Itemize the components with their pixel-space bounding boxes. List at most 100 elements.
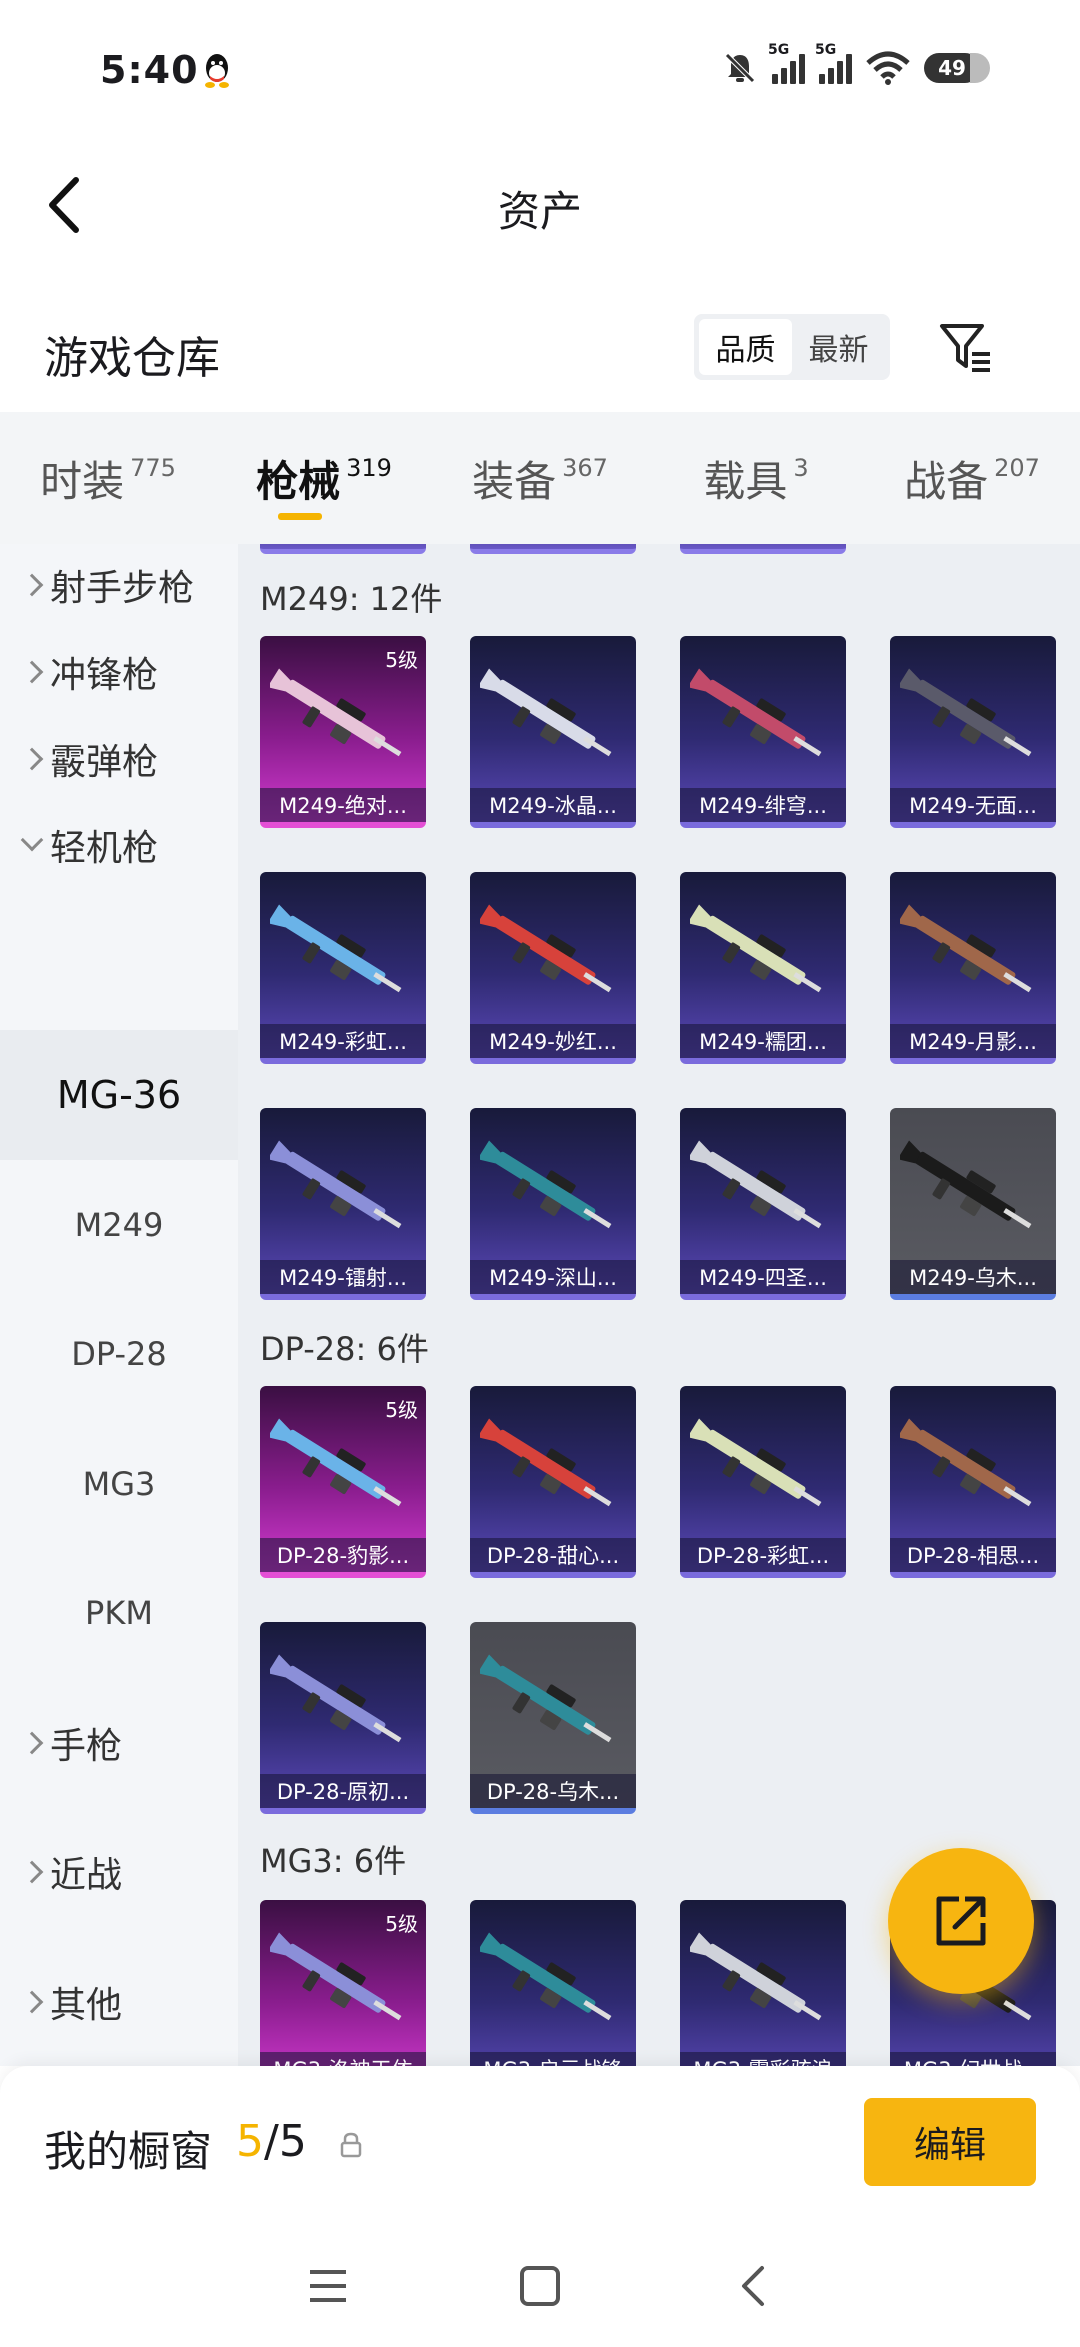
machine-gun-icon	[270, 1654, 402, 1743]
app-header: 资产	[0, 150, 1080, 260]
sidebar-item-other[interactable]: 其他	[0, 1937, 238, 2066]
weapon-skin-name: M249-深山...	[470, 1260, 636, 1294]
weapon-skin-name: DP-28-彩虹...	[680, 1538, 846, 1572]
weapon-skin-card[interactable]: 5级 DP-28-豹影...	[260, 1386, 426, 1578]
sort-newest-option[interactable]: 最新	[792, 319, 885, 375]
status-bar: 5:40 5G 5G 49	[0, 0, 1080, 140]
machine-gun-icon	[480, 1140, 612, 1229]
home-icon[interactable]	[518, 2264, 562, 2308]
sidebar-item-lmg[interactable]: 轻机枪	[0, 780, 238, 910]
weapon-skin-card[interactable]: M249-月影...	[890, 872, 1056, 1064]
weapon-skin-card[interactable]: MG3-启示战锋	[470, 1900, 636, 2066]
sidebar-item-melee[interactable]: 近战	[0, 1807, 238, 1937]
section-header: DP-28: 6件	[260, 1330, 429, 1368]
weapon-skin-card[interactable]: DP-28-甜心...	[470, 1386, 636, 1578]
weapon-skin-name: DP-28-原初...	[260, 1774, 426, 1808]
machine-gun-icon	[690, 1418, 822, 1507]
warehouse-title: 游戏仓库	[44, 333, 220, 384]
machine-gun-icon	[270, 1140, 402, 1229]
tab-battle-gear[interactable]: 战备 207	[864, 412, 1080, 544]
weapon-skin-card[interactable]: DP-28-相思...	[890, 1386, 1056, 1578]
weapon-skin-card[interactable]: M249-乌木...	[890, 1108, 1056, 1300]
weapon-skin-card[interactable]: M249-无面...	[890, 636, 1056, 828]
machine-gun-icon	[900, 668, 1032, 757]
weapon-skin-name: DP-28-豹影...	[260, 1538, 426, 1572]
machine-gun-icon	[690, 1140, 822, 1229]
sidebar-item-m249[interactable]: M249	[0, 1160, 238, 1290]
weapon-skin-card[interactable]: M249-绯穹...	[680, 636, 846, 828]
weapon-skin-card[interactable]: M249-深山...	[470, 1108, 636, 1300]
machine-gun-icon	[900, 1418, 1032, 1507]
sidebar-item-pistol[interactable]: 手枪	[0, 1678, 238, 1808]
weapon-skin-name: M249-绝对...	[260, 788, 426, 822]
weapon-skin-card[interactable]: M249-妙红...	[470, 872, 636, 1064]
status-icons: 5G 5G 49	[722, 42, 990, 86]
weapon-skin-name: M249-月影...	[890, 1024, 1056, 1058]
showcase-title: 我的橱窗	[44, 2127, 213, 2176]
weapon-skin-name: M249-绯穹...	[680, 788, 846, 822]
sort-quality-option[interactable]: 品质	[699, 319, 792, 375]
weapon-skin-name: M249-乌木...	[890, 1260, 1056, 1294]
weapon-skin-card[interactable]: DP-28-乌木...	[470, 1622, 636, 1814]
machine-gun-icon	[270, 668, 402, 757]
partial-card	[680, 544, 846, 554]
weapon-skin-name: M249-妙红...	[470, 1024, 636, 1058]
tab-vehicles[interactable]: 载具 3	[648, 412, 864, 544]
section-header: MG3: 6件	[260, 1842, 407, 1880]
lock-icon	[340, 2132, 362, 2158]
weapon-skin-card[interactable]: 5级 M249-绝对...	[260, 636, 426, 828]
machine-gun-icon	[270, 1418, 402, 1507]
share-fab[interactable]	[888, 1848, 1034, 1994]
machine-gun-icon	[690, 904, 822, 993]
weapon-skin-name: DP-28-甜心...	[470, 1538, 636, 1572]
page-title: 资产	[497, 187, 582, 236]
back-nav-icon[interactable]	[732, 2264, 776, 2308]
edit-button[interactable]: 编辑	[864, 2098, 1036, 2186]
machine-gun-icon	[480, 1418, 612, 1507]
weapon-category-sidebar: 射手步枪 冲锋枪 霰弹枪 轻机枪 MG-36 M249 DP-28 MG3 PK…	[0, 544, 238, 2066]
weapon-skin-card[interactable]: M249-冰晶...	[470, 636, 636, 828]
machine-gun-icon	[480, 1654, 612, 1743]
filter-icon[interactable]	[936, 318, 996, 378]
tab-guns[interactable]: 枪械 319	[216, 412, 432, 544]
section-header: M249: 12件	[260, 580, 443, 618]
clock: 5:40	[100, 48, 199, 92]
weapon-skin-grid: M249: 12件 5级 M249-绝对... M249-冰晶... M249-绯穹..…	[238, 544, 1080, 2066]
machine-gun-icon	[480, 904, 612, 993]
chevron-right-icon	[20, 1731, 44, 1755]
tab-fashion[interactable]: 时装 775	[0, 412, 216, 544]
sidebar-item-dp28[interactable]: DP-28	[0, 1289, 238, 1419]
weapon-skin-card[interactable]: MG3-霓彩骇浪	[680, 1900, 846, 2066]
weapon-skin-card[interactable]: M249-四圣...	[680, 1108, 846, 1300]
share-icon	[936, 1896, 986, 1946]
partial-card	[260, 544, 426, 554]
machine-gun-icon	[900, 1140, 1032, 1229]
qq-icon	[205, 54, 229, 88]
weapon-skin-name: DP-28-相思...	[890, 1538, 1056, 1572]
wifi-icon	[866, 51, 910, 85]
machine-gun-icon	[270, 1932, 402, 2021]
machine-gun-icon	[690, 1932, 822, 2021]
weapon-skin-card[interactable]: DP-28-原初...	[260, 1622, 426, 1814]
chevron-down-icon	[20, 828, 44, 852]
battery-icon: 49	[924, 53, 990, 83]
menu-icon[interactable]	[306, 2264, 350, 2308]
tab-equipment[interactable]: 装备 367	[432, 412, 648, 544]
sidebar-item-pkm[interactable]: PKM	[0, 1548, 238, 1678]
weapon-skin-name: M249-糯团...	[680, 1024, 846, 1058]
sidebar-item-mg3[interactable]: MG3	[0, 1419, 238, 1549]
weapon-skin-card[interactable]: M249-糯团...	[680, 872, 846, 1064]
partial-card	[470, 544, 636, 554]
weapon-skin-card[interactable]: M249-镭射...	[260, 1108, 426, 1300]
weapon-skin-name: M249-镭射...	[260, 1260, 426, 1294]
weapon-skin-name: MG3-洛神天依	[260, 2052, 426, 2066]
weapon-skin-card[interactable]: DP-28-彩虹...	[680, 1386, 846, 1578]
sidebar-item-mg36[interactable]: MG-36	[0, 1030, 238, 1160]
machine-gun-icon	[690, 668, 822, 757]
cell-signal-1-icon: 5G	[768, 42, 805, 84]
machine-gun-icon	[900, 904, 1032, 993]
chevron-right-icon	[20, 573, 44, 597]
warehouse-row: 游戏仓库 品质 最新	[0, 300, 1080, 410]
weapon-skin-card[interactable]: 5级MG3-洛神天依	[260, 1900, 426, 2066]
weapon-skin-card[interactable]: M249-彩虹...	[260, 872, 426, 1064]
